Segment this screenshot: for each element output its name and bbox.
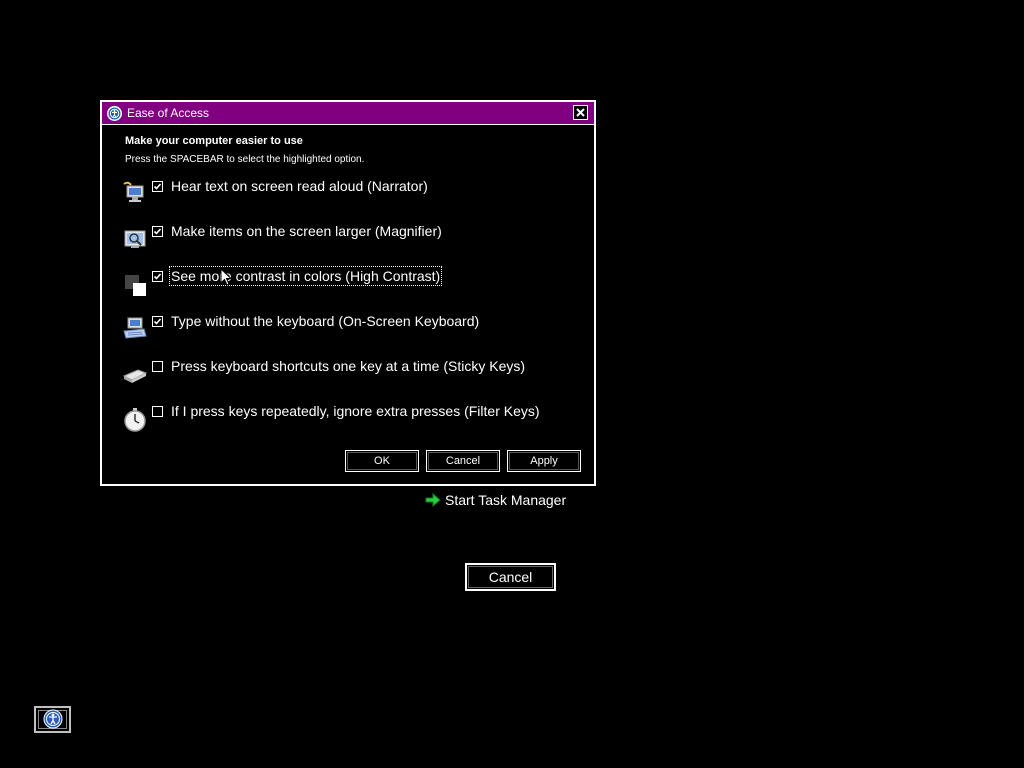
high-contrast-icon — [122, 272, 148, 298]
on-screen-keyboard-option-label[interactable]: Type without the keyboard (On-Screen Key… — [170, 312, 480, 330]
mouse-cursor-icon — [220, 268, 232, 286]
green-arrow-icon — [425, 492, 441, 508]
ease-of-access-icon — [43, 709, 63, 729]
dialog-heading: Make your computer easier to use — [125, 135, 303, 147]
narrator-option-label[interactable]: Hear text on screen read aloud (Narrator… — [170, 177, 429, 195]
filter-keys-checkbox[interactable] — [152, 406, 163, 417]
close-button[interactable] — [573, 105, 588, 120]
apply-button[interactable]: Apply — [507, 450, 581, 472]
cancel-button[interactable]: Cancel — [465, 563, 556, 591]
sticky-keys-icon — [122, 362, 148, 388]
sticky-keys-checkbox[interactable] — [152, 361, 163, 372]
sticky-keys-option-label[interactable]: Press keyboard shortcuts one key at a ti… — [170, 357, 526, 375]
high-contrast-checkbox[interactable] — [152, 271, 163, 282]
magnifier-option-label[interactable]: Make items on the screen larger (Magnifi… — [170, 222, 443, 240]
filter-keys-option-label[interactable]: If I press keys repeatedly, ignore extra… — [170, 402, 541, 420]
start-task-manager-label: Start Task Manager — [445, 492, 567, 508]
on-screen-keyboard-checkbox[interactable] — [152, 316, 163, 327]
ease-of-access-icon — [107, 106, 122, 121]
title-bar[interactable]: Ease of Access — [102, 102, 594, 125]
close-icon — [576, 108, 585, 117]
dialog-cancel-button[interactable]: Cancel — [426, 450, 500, 472]
ease-of-access-button[interactable] — [34, 706, 71, 733]
dialog-instruction: Press the SPACEBAR to select the highlig… — [125, 154, 365, 165]
narrator-icon — [122, 180, 148, 206]
magnifier-icon — [122, 226, 148, 252]
filter-keys-icon — [122, 406, 148, 432]
dialog-title: Ease of Access — [127, 106, 210, 120]
ok-button[interactable]: OK — [345, 450, 419, 472]
ease-of-access-dialog: Ease of Access Make your computer easier… — [100, 100, 596, 486]
narrator-checkbox[interactable] — [152, 181, 163, 192]
magnifier-checkbox[interactable] — [152, 226, 163, 237]
on-screen-keyboard-icon — [122, 315, 148, 341]
high-contrast-option-label[interactable]: See more contrast in colors (High Contra… — [168, 266, 443, 286]
